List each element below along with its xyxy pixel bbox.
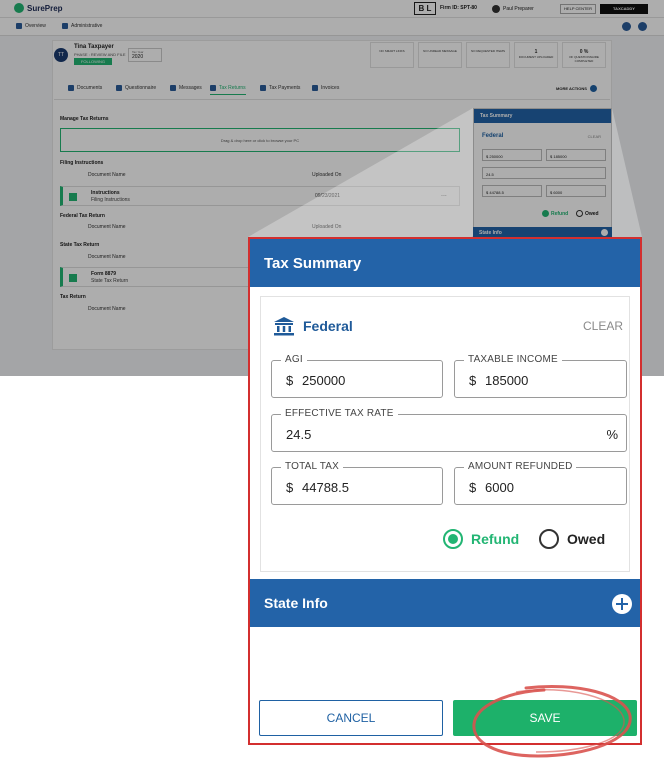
annotation-circle <box>472 684 632 758</box>
percent-suffix: % <box>606 427 618 442</box>
federal-card: Federal CLEAR AGI $ TAXABLE INCOME $ EFF… <box>260 296 630 572</box>
state-info-header[interactable]: State Info <box>250 579 640 627</box>
total-tax-label: TOTAL TAX <box>281 461 344 472</box>
amount-refunded-label: AMOUNT REFUNDED <box>464 461 577 472</box>
amount-refunded-currency: $ <box>469 480 477 495</box>
agi-currency: $ <box>286 373 294 388</box>
cancel-button[interactable]: CANCEL <box>259 700 443 736</box>
total-tax-currency: $ <box>286 480 294 495</box>
owed-radio[interactable]: Owed <box>539 529 605 549</box>
taxable-income-field[interactable]: TAXABLE INCOME $ <box>454 354 627 398</box>
effective-tax-rate-label: EFFECTIVE TAX RATE <box>281 408 398 419</box>
page: SurePrep B L Firm ID: SPT-80 Paul Prepar… <box>0 0 664 764</box>
effective-tax-rate-field[interactable]: EFFECTIVE TAX RATE % <box>271 408 627 452</box>
agi-input[interactable] <box>302 371 422 389</box>
effective-tax-rate-input[interactable] <box>286 425 586 443</box>
federal-title: Federal <box>303 318 353 334</box>
amount-refunded-field[interactable]: AMOUNT REFUNDED $ <box>454 461 627 505</box>
dialog-title: Tax Summary <box>250 239 640 287</box>
taxable-income-input[interactable] <box>485 371 605 389</box>
owed-radio-label[interactable]: Owed <box>567 531 605 547</box>
refund-radio-icon[interactable] <box>443 529 463 549</box>
owed-radio-icon[interactable] <box>539 529 559 549</box>
clear-button[interactable]: CLEAR <box>583 319 623 333</box>
taxable-income-currency: $ <box>469 373 477 388</box>
tax-summary-dialog: Tax Summary Federal CLEAR AGI $ TAXABLE … <box>248 237 642 745</box>
taxable-income-label: TAXABLE INCOME <box>464 354 562 365</box>
total-tax-field[interactable]: TOTAL TAX $ <box>271 461 443 505</box>
refund-radio-label[interactable]: Refund <box>471 531 519 547</box>
bank-icon <box>274 317 294 336</box>
total-tax-input[interactable] <box>302 478 422 496</box>
agi-field[interactable]: AGI $ <box>271 354 443 398</box>
amount-refunded-input[interactable] <box>485 478 605 496</box>
refund-radio[interactable]: Refund <box>443 529 519 549</box>
agi-label: AGI <box>281 354 307 365</box>
plus-icon[interactable] <box>612 594 632 614</box>
